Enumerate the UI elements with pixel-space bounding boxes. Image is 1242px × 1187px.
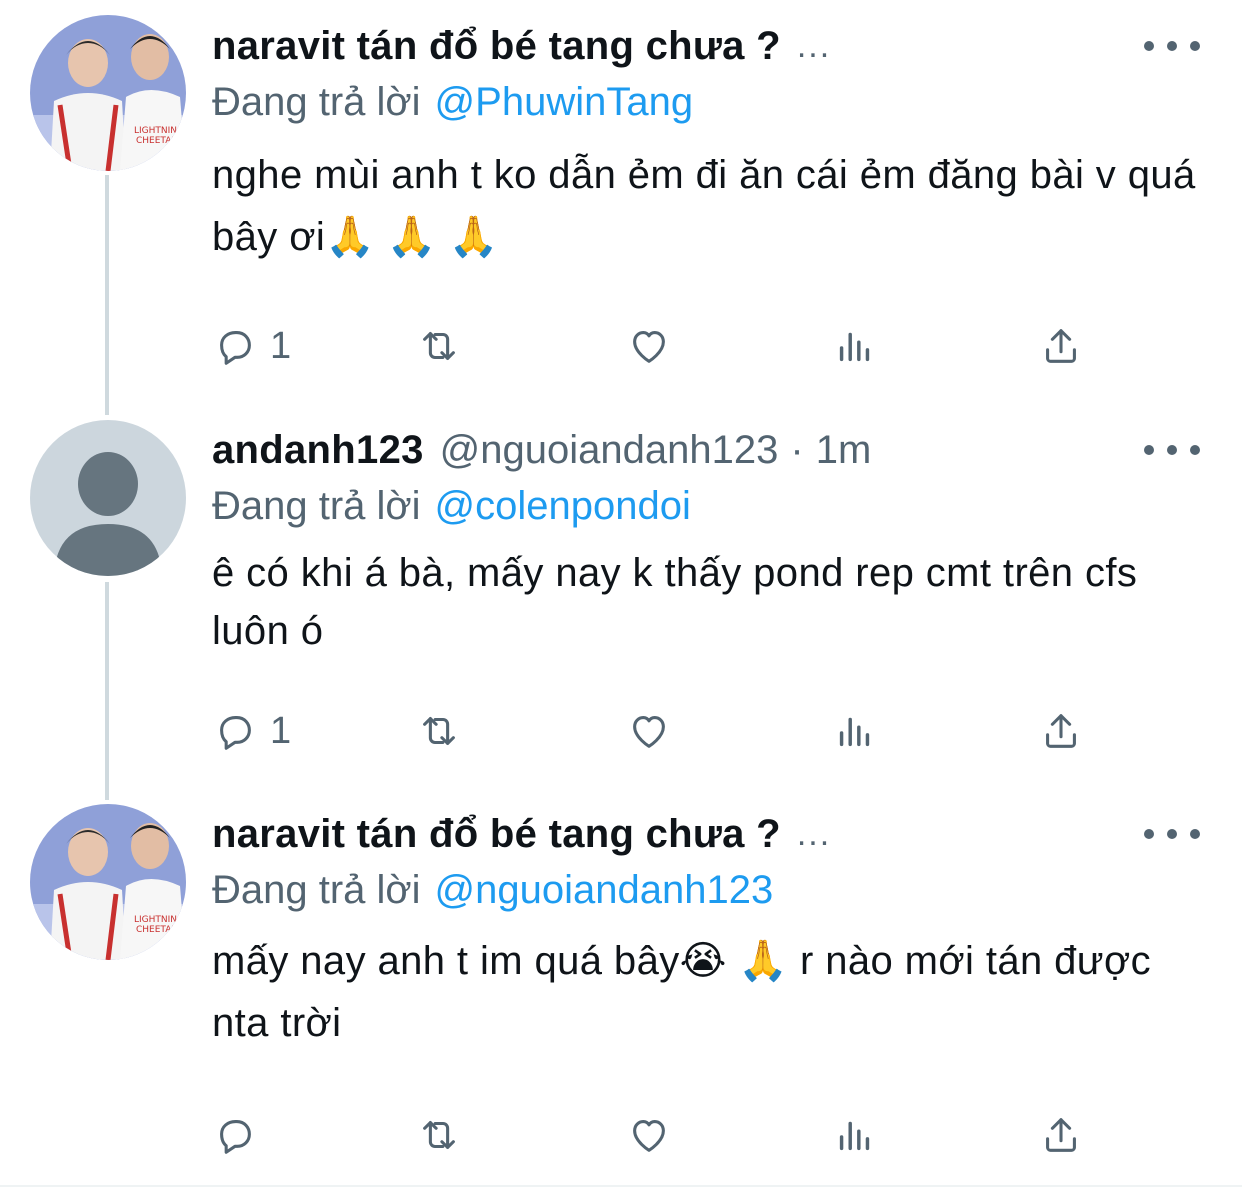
tweet-header: naravit tán đổ bé tang chưa ? ... <box>212 18 1212 74</box>
svg-text:CHEETAH: CHEETAH <box>136 136 178 146</box>
author-avatar[interactable]: LIGHTNING CHEETAH <box>30 15 186 171</box>
bar-chart-icon <box>839 717 870 747</box>
svg-text:CHEETAH: CHEETAH <box>136 925 178 935</box>
tweet[interactable]: andanh123 @nguoiandanh123 · 1m Đang trả … <box>0 400 1242 800</box>
retweet-icon <box>423 1121 455 1149</box>
share-icon <box>1046 1118 1076 1152</box>
photo-avatar-icon: LIGHTNING CHEETAH <box>30 15 186 171</box>
like-button[interactable] <box>626 1107 672 1163</box>
share-button[interactable] <box>1038 318 1084 374</box>
reply-prefix: Đang trả lời <box>212 867 421 912</box>
tweet-text: mấy nay anh t im quá bây😭 🙏 r nào mới tá… <box>212 939 1152 1045</box>
default-avatar-icon <box>30 420 186 576</box>
replying-to: Đang trả lời @nguoiandanh123 <box>212 862 1212 918</box>
tweet-header: naravit tán đổ bé tang chưa ? ... <box>212 806 1212 862</box>
tweet-header: andanh123 @nguoiandanh123 · 1m <box>212 422 1212 478</box>
photo-avatar-icon: LIGHTNING CHEETAH <box>30 804 186 960</box>
reply-button[interactable]: 1 <box>212 318 291 374</box>
tweet-text: ê có khi á bà, mấy nay k thấy pond rep c… <box>212 551 1138 653</box>
reply-icon <box>220 716 251 750</box>
like-button[interactable] <box>626 318 672 374</box>
reply-handle-link[interactable]: @PhuwinTang <box>435 80 694 125</box>
replying-to: Đang trả lời @colenpondoi <box>212 478 1212 534</box>
name-truncation: ... <box>796 814 832 853</box>
bar-chart-icon <box>839 1121 870 1151</box>
reply-button[interactable] <box>212 1107 270 1163</box>
tweet-content: naravit tán đổ bé tang chưa ? ... Đang t… <box>212 806 1212 1054</box>
retweet-icon <box>423 717 455 745</box>
retweet-button[interactable] <box>416 318 462 374</box>
reply-button[interactable]: 1 <box>212 703 291 759</box>
timestamp[interactable]: 1m <box>816 428 872 473</box>
share-icon <box>1046 329 1076 363</box>
views-button[interactable] <box>832 318 878 374</box>
more-options-icon[interactable] <box>1144 36 1200 56</box>
tweet-text: nghe mùi anh t ko dẫn ẻm đi ăn cái ẻm đă… <box>212 153 1196 259</box>
share-button[interactable] <box>1038 703 1084 759</box>
author-name[interactable]: naravit tán đổ bé tang chưa ? <box>212 812 781 857</box>
author-name[interactable]: naravit tán đổ bé tang chưa ? <box>212 24 781 69</box>
separator: · <box>790 427 804 472</box>
reply-prefix: Đang trả lời <box>212 79 421 124</box>
author-avatar[interactable]: LIGHTNING CHEETAH <box>30 804 186 960</box>
reply-count: 1 <box>270 709 292 752</box>
retweet-button[interactable] <box>416 703 462 759</box>
author-name[interactable]: andanh123 <box>212 428 424 473</box>
reply-icon <box>220 1120 251 1154</box>
tweet[interactable]: LIGHTNING CHEETAH naravit tán đổ bé tang… <box>0 0 1242 410</box>
replying-to: Đang trả lời @PhuwinTang <box>212 74 1212 130</box>
heart-icon <box>633 716 665 748</box>
more-options-icon[interactable] <box>1144 440 1200 460</box>
heart-icon <box>633 331 665 363</box>
bar-chart-icon <box>839 332 870 362</box>
tweet-content: naravit tán đổ bé tang chưa ? ... Đang t… <box>212 18 1212 268</box>
action-bar <box>212 1107 1112 1163</box>
tweet-content: andanh123 @nguoiandanh123 · 1m Đang trả … <box>212 422 1212 660</box>
retweet-icon <box>423 332 455 360</box>
author-avatar[interactable] <box>30 420 186 576</box>
svg-text:LIGHTNING: LIGHTNING <box>134 126 184 136</box>
share-button[interactable] <box>1038 1107 1084 1163</box>
more-options-icon[interactable] <box>1144 824 1200 844</box>
like-button[interactable] <box>626 703 672 759</box>
action-bar: 1 <box>212 318 1112 374</box>
author-handle[interactable]: @nguoiandanh123 <box>440 428 779 473</box>
heart-icon <box>633 1120 665 1152</box>
tweet[interactable]: LIGHTNING CHEETAH naravit tán đổ bé tang… <box>0 790 1242 1187</box>
views-button[interactable] <box>832 703 878 759</box>
reply-icon <box>220 331 251 365</box>
action-bar: 1 <box>212 703 1112 759</box>
views-button[interactable] <box>832 1107 878 1163</box>
reply-handle-link[interactable]: @nguoiandanh123 <box>435 868 774 913</box>
svg-text:LIGHTNING: LIGHTNING <box>134 915 184 925</box>
share-icon <box>1046 714 1076 748</box>
reply-count: 1 <box>270 324 292 367</box>
retweet-button[interactable] <box>416 1107 462 1163</box>
name-truncation: ... <box>796 26 832 65</box>
reply-prefix: Đang trả lời <box>212 483 421 528</box>
reply-handle-link[interactable]: @colenpondoi <box>435 484 691 529</box>
